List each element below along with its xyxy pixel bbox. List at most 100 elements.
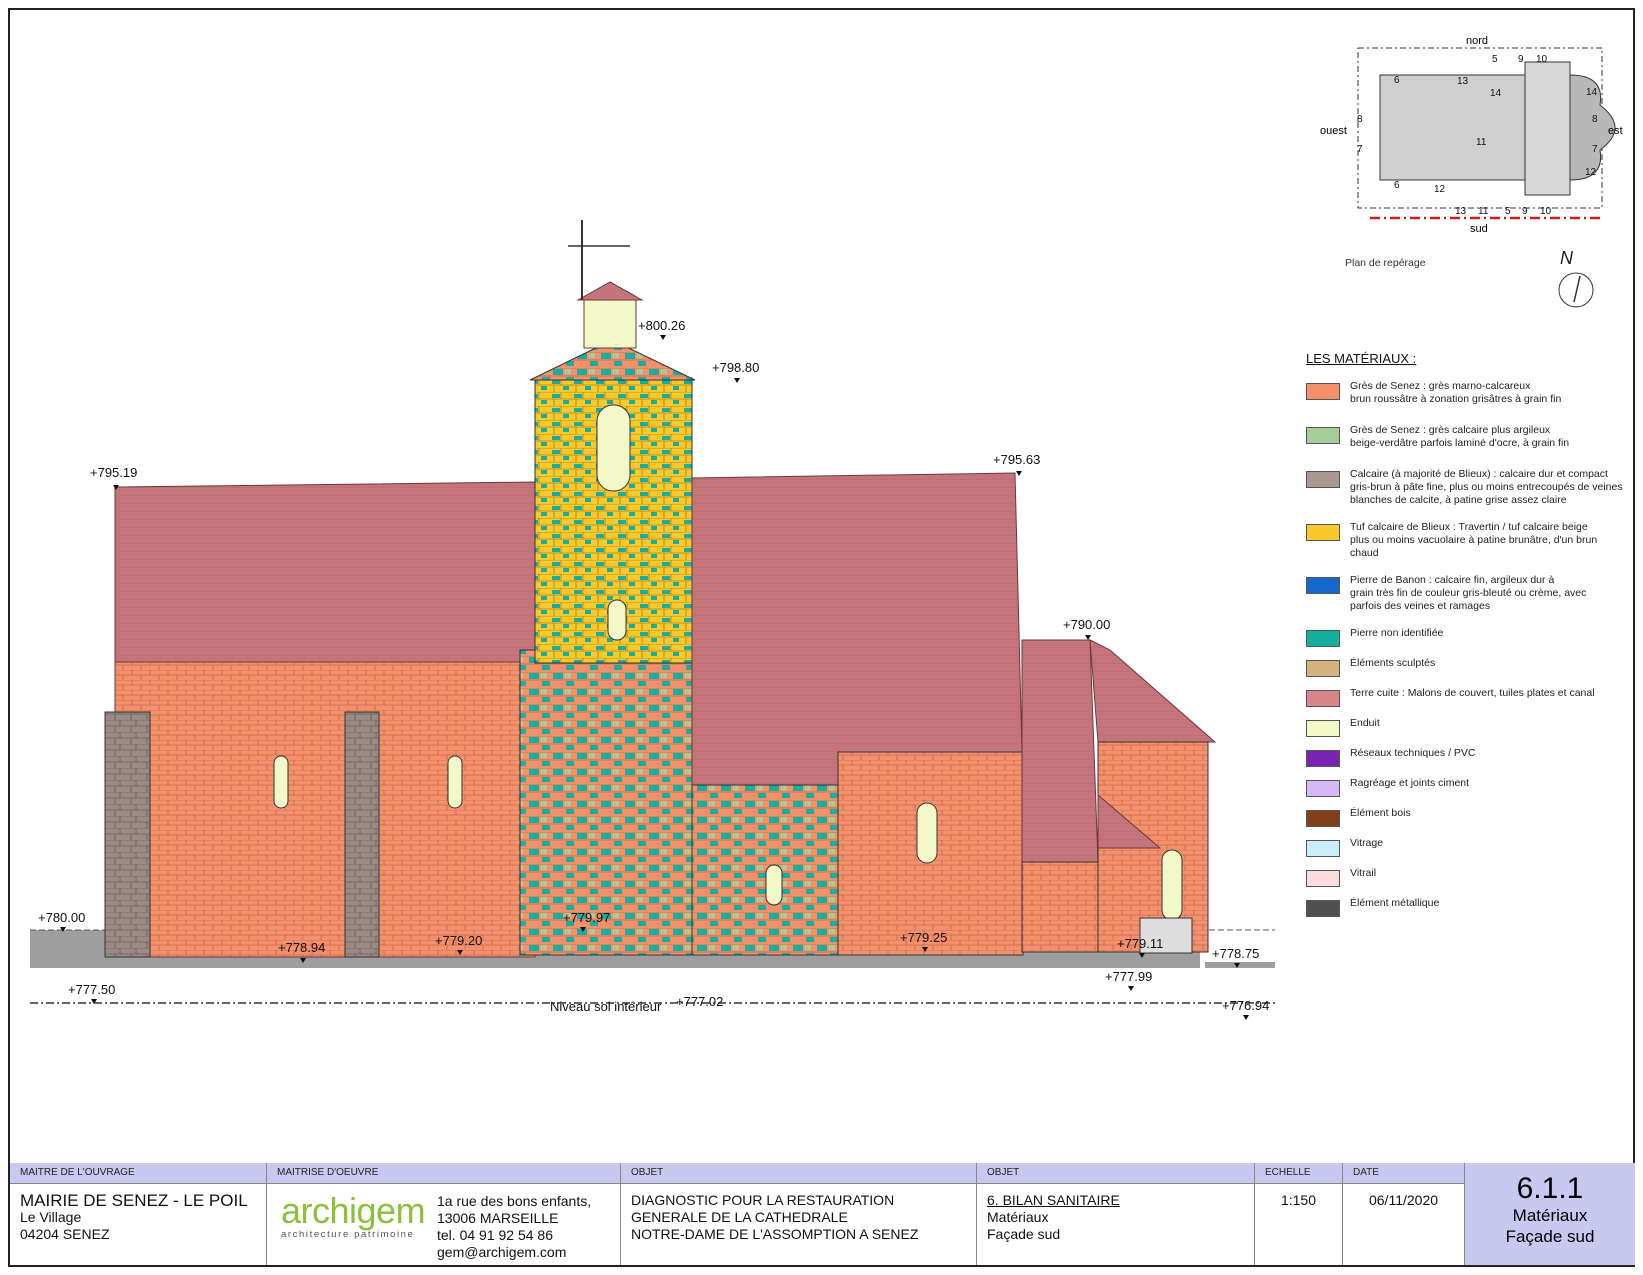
svg-text:11: 11 bbox=[1476, 137, 1487, 148]
location-plan-label: Plan de repérage bbox=[1345, 257, 1426, 269]
svg-text:10: 10 bbox=[1540, 206, 1552, 217]
svg-text:9: 9 bbox=[1522, 206, 1528, 217]
level-798-80: +798.80 bbox=[712, 360, 759, 375]
legend-swatch bbox=[1306, 471, 1340, 488]
legend-swatch bbox=[1306, 750, 1340, 767]
legend-text: gris-brun à pâte fine, plus ou moins ent… bbox=[1350, 481, 1623, 493]
legend-text: Vitrail bbox=[1350, 867, 1377, 879]
owner-address-2: 04204 SENEZ bbox=[20, 1226, 110, 1242]
legend-swatch bbox=[1306, 577, 1340, 594]
level-795-63: +795.63 bbox=[993, 452, 1040, 467]
svg-text:11: 11 bbox=[1478, 206, 1489, 217]
archigem-logo: archigem architecture patrimoine bbox=[281, 1190, 426, 1241]
plan-transept bbox=[1524, 61, 1571, 196]
north-arrow-icon: N bbox=[1560, 248, 1573, 268]
plan-east-label: est bbox=[1608, 125, 1623, 137]
west-buttress bbox=[104, 711, 151, 958]
door-small bbox=[765, 864, 783, 906]
window-2 bbox=[447, 755, 463, 809]
legend-item: Éléments sculptés bbox=[1306, 657, 1636, 677]
object-cell-1: OBJET DIAGNOSTIC POUR LA RESTAURATION GE… bbox=[621, 1163, 977, 1265]
level-778-94: +778.94 bbox=[278, 940, 325, 955]
svg-text:10: 10 bbox=[1536, 54, 1548, 65]
window-1 bbox=[273, 755, 289, 809]
svg-text:8: 8 bbox=[1357, 114, 1363, 125]
level-780-00: +780.00 bbox=[38, 910, 85, 925]
level-777-50: +777.50 bbox=[68, 982, 115, 997]
legend-text: parfois des veines et ramages bbox=[1350, 600, 1491, 612]
level-778-75: +778.75 bbox=[1212, 946, 1259, 961]
svg-text:6: 6 bbox=[1394, 180, 1400, 191]
svg-text:14: 14 bbox=[1490, 88, 1502, 99]
object-cell-2: OBJET 6. BILAN SANITAIRE Matériaux Façad… bbox=[977, 1163, 1255, 1265]
bell-cote bbox=[583, 297, 637, 349]
legend-item: Réseaux techniques / PVC bbox=[1306, 747, 1636, 767]
legend-item: Pierre non identifiée bbox=[1306, 627, 1636, 647]
level-795-19: +795.19 bbox=[90, 465, 137, 480]
legend-text: Vitrage bbox=[1350, 837, 1384, 849]
sheet-reference: 6.1.1 Matériaux Façade sud bbox=[1465, 1163, 1635, 1265]
legend-swatch bbox=[1306, 870, 1340, 887]
legend-text: plus ou moins vacuolaire à patine brunât… bbox=[1350, 534, 1598, 546]
legend-swatch bbox=[1306, 840, 1340, 857]
legend-swatch bbox=[1306, 660, 1340, 677]
interior-floor-label: Niveau sol intérieur bbox=[550, 999, 662, 1014]
svg-text:13: 13 bbox=[1455, 206, 1467, 217]
legend-item: Calcaire (à majorité de Blieux) : calcai… bbox=[1306, 468, 1636, 507]
legend-text: chaud bbox=[1350, 547, 1379, 559]
plan-nave bbox=[1379, 74, 1526, 181]
owner-head: MAITRE DE L'OUVRAGE bbox=[10, 1163, 266, 1184]
legend-text: Réseaux techniques / PVC bbox=[1350, 747, 1476, 759]
legend-swatch bbox=[1306, 780, 1340, 797]
legend-text: Éléments sculptés bbox=[1350, 657, 1436, 669]
east-nave-wall bbox=[691, 784, 839, 956]
svg-text:12: 12 bbox=[1434, 184, 1446, 195]
legend-text: Enduit bbox=[1350, 717, 1380, 729]
legend-item: Ragréage et joints ciment bbox=[1306, 777, 1636, 797]
legend-text: grain très fin de couleur gris-bleuté ou… bbox=[1350, 587, 1587, 599]
legend-items: Grès de Senez : grès marno-calcareux brun… bbox=[1306, 380, 1636, 917]
materials-legend: LES MATÉRIAUX : Grès de Senez : grès mar… bbox=[1306, 351, 1636, 927]
legend-text: brun roussâtre à zonation grisâtres à gr… bbox=[1350, 393, 1562, 405]
compass-needle bbox=[1573, 275, 1581, 303]
owner-name: MAIRIE DE SENEZ - LE POIL bbox=[20, 1191, 248, 1210]
apse-roof bbox=[1089, 639, 1217, 743]
legend-swatch bbox=[1306, 383, 1340, 400]
legend-swatch bbox=[1306, 900, 1340, 917]
legend-swatch bbox=[1306, 810, 1340, 827]
legend-item: Grès de Senez : grès calcaire plus argil… bbox=[1306, 424, 1636, 450]
level-790-00: +790.00 bbox=[1063, 617, 1110, 632]
title-block: MAITRE DE L'OUVRAGE MAIRIE DE SENEZ - LE… bbox=[10, 1163, 1635, 1265]
date-cell: DATE 06/11/2020 bbox=[1343, 1163, 1465, 1265]
legend-text: Élément métallique bbox=[1350, 897, 1440, 909]
level-777-02: +777.02 bbox=[676, 994, 723, 1009]
legend-text: Pierre de Banon : calcaire fin, argileux… bbox=[1350, 574, 1555, 586]
plan-south-label: sud bbox=[1470, 223, 1488, 235]
legend-swatch bbox=[1306, 690, 1340, 707]
legend-text: beige-verdâtre parfois laminé d'ocre, à … bbox=[1350, 437, 1570, 449]
legend-item: Vitrage bbox=[1306, 837, 1636, 857]
legend-text: blanches de calcite, à patine grise asse… bbox=[1350, 494, 1567, 506]
legend-text: Grès de Senez : grès calcaire plus argil… bbox=[1350, 424, 1551, 436]
level-779-97: +779.97 bbox=[563, 910, 610, 925]
level-779-11: +779.11 bbox=[1117, 936, 1163, 951]
svg-text:5: 5 bbox=[1492, 54, 1498, 65]
svg-text:13: 13 bbox=[1457, 76, 1469, 87]
moe-head: MAITRISE D'OEUVRE bbox=[267, 1163, 620, 1184]
svg-text:8: 8 bbox=[1592, 114, 1598, 125]
legend-title: LES MATÉRIAUX : bbox=[1306, 351, 1417, 366]
svg-text:7: 7 bbox=[1592, 144, 1598, 155]
legend-text: Terre cuite : Malons de couvert, tuiles … bbox=[1350, 687, 1595, 699]
transept-roof bbox=[1021, 639, 1099, 863]
legend-text: Calcaire (à majorité de Blieux) : calcai… bbox=[1350, 468, 1608, 480]
legend-item: Terre cuite : Malons de couvert, tuiles … bbox=[1306, 687, 1636, 707]
plan-west-label: ouest bbox=[1320, 125, 1347, 137]
owner-address-1: Le Village bbox=[20, 1209, 82, 1225]
level-776-94: +776.94 bbox=[1222, 998, 1269, 1013]
legend-item: Élément métallique bbox=[1306, 897, 1636, 917]
west-nave-wall bbox=[114, 661, 536, 958]
middle-buttress bbox=[344, 711, 380, 958]
svg-text:5: 5 bbox=[1505, 206, 1511, 217]
legend-item: Grès de Senez : grès marno-calcareux brun… bbox=[1306, 380, 1636, 406]
svg-text:7: 7 bbox=[1357, 144, 1363, 155]
